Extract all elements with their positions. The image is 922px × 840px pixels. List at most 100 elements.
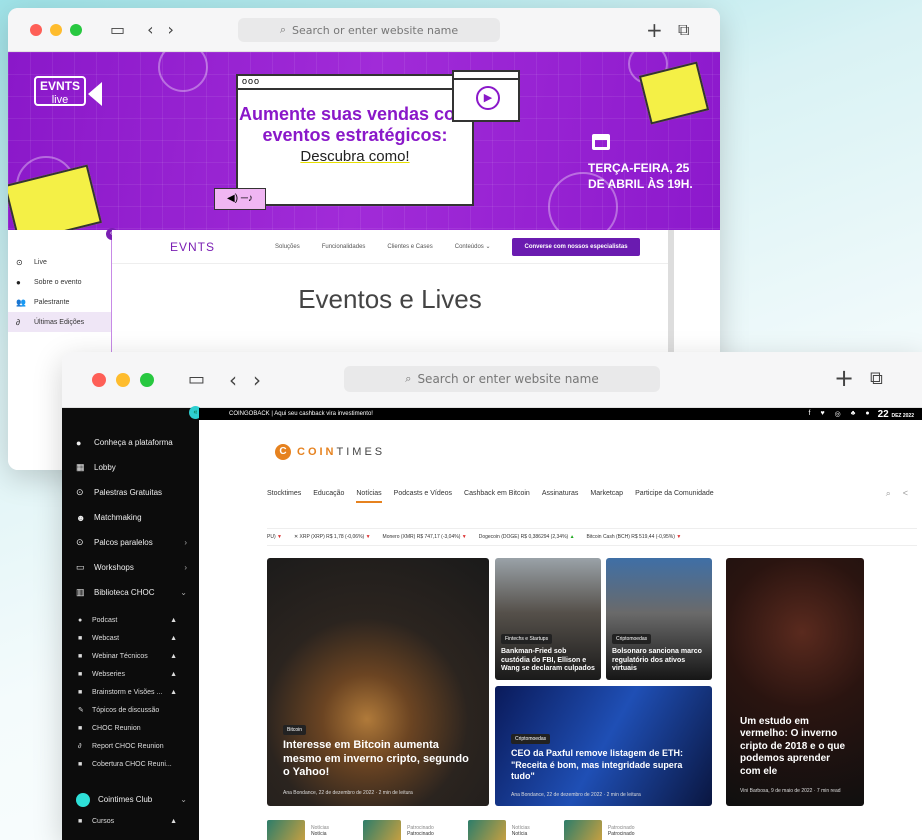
nav-link-conteudos[interactable]: Conteúdos ⌄ [455, 243, 491, 250]
sidebar-subitem-cursos[interactable]: ■ Cursos ▲ [62, 812, 199, 830]
nav-podcasts[interactable]: Podcasts e Vídeos [394, 490, 452, 503]
browser-toolbar: ▭ ‹ › ⌕ Search or enter website name + ⧉ [8, 8, 720, 52]
cointimes-logo[interactable]: C COIN TIMES [275, 444, 385, 460]
card-category[interactable]: Criptomoedas [612, 633, 652, 644]
nav-educacao[interactable]: Educação [313, 490, 344, 503]
nav-actions: ⌕ < [886, 488, 908, 499]
nav-assinaturas[interactable]: Assinaturas [542, 490, 579, 503]
sidebar-item-matchmaking[interactable]: ☻ Matchmaking [62, 505, 199, 530]
share-icon[interactable]: < [903, 488, 908, 499]
sidebar-item-label: Live [34, 258, 47, 266]
new-tab-icon[interactable]: + [646, 18, 663, 42]
scrollbar[interactable] [668, 230, 674, 370]
nav-link-solucoes[interactable]: Soluções [275, 244, 300, 250]
new-tab-icon[interactable]: + [834, 364, 854, 392]
address-bar[interactable]: ⌕ Search or enter website name [238, 18, 500, 42]
contact-experts-button[interactable]: Converse com nossos especialistas [512, 237, 640, 256]
sidebar-toggle-icon[interactable]: ▭ [110, 20, 125, 39]
hero-cta-link[interactable]: Descubra como! [238, 148, 472, 165]
twitter-icon[interactable]: ♥ [820, 410, 824, 418]
sidebar-item-palcos[interactable]: ⊙ Palcos paralelos › [62, 530, 199, 555]
sidebar-item-live[interactable]: ⊙ Live [8, 252, 111, 272]
close-window-button[interactable] [30, 23, 42, 36]
news-list-item[interactable]: Patrocinado Patrocinado [563, 820, 635, 840]
nav-cashback[interactable]: Cashback em Bitcoin [464, 490, 530, 503]
sidebar-subitem-cobertura[interactable]: ■ Cobertura CHOC Reuni... [62, 755, 199, 773]
sidebar-subitem-webseries[interactable]: ■ Webseries ▲ [62, 665, 199, 683]
info-icon: ● [16, 277, 21, 287]
facebook-icon[interactable]: f [809, 410, 811, 418]
telegram-icon[interactable]: ● [865, 410, 869, 418]
news-card[interactable]: Um estudo em vermelho: O inverno cripto … [726, 558, 864, 806]
instagram-icon[interactable]: ◎ [835, 410, 841, 418]
card-category[interactable]: Bitcoin [283, 724, 307, 735]
sidebar-item-palestras[interactable]: ⊙ Palestras Gratuitas [62, 480, 199, 505]
forward-icon[interactable]: › [253, 368, 261, 392]
sidebar-item-palestrante[interactable]: 👥 Palestrante [8, 292, 111, 312]
tab-overview-icon[interactable]: ⧉ [870, 368, 883, 389]
sidebar-item-cointimes-club[interactable]: Cointimes Club ⌄ [62, 787, 199, 812]
nav-comunidade[interactable]: Participe da Comunidade [635, 490, 714, 503]
search-icon: ⌕ [279, 23, 286, 36]
back-icon[interactable]: ‹ [147, 20, 153, 39]
sidebar-item-workshops[interactable]: ▭ Workshops › [62, 555, 199, 580]
maximize-window-button[interactable] [70, 23, 82, 36]
nav-link-funcionalidades[interactable]: Funcionalidades [322, 244, 366, 250]
nav-marketcap[interactable]: Marketcap [590, 490, 623, 503]
news-title[interactable]: Patrocinado [608, 831, 635, 837]
card-meta: Ana Bondance, 22 de dezembro de 2022 · 2… [511, 792, 641, 798]
sidebar-subitem-topicos[interactable]: ✎ Tópicos de discussão [62, 701, 199, 719]
news-card[interactable]: Criptomoedas CEO da Paxful remove listag… [495, 686, 712, 806]
card-title[interactable]: Bankman-Fried sob custódia do FBI, Ellis… [501, 648, 595, 674]
nav-link-clientes[interactable]: Clientes e Cases [387, 244, 432, 250]
sidebar-subitem-brainstorm[interactable]: ■ Brainstorm e Visões ... ▲ [62, 683, 199, 701]
news-list-item[interactable]: Notícias Notícia [267, 820, 329, 840]
news-title[interactable]: Patrocinado [407, 831, 434, 837]
card-category[interactable]: Fintechs e Startups [501, 633, 553, 644]
card-title[interactable]: Interesse em Bitcoin aumenta mesmo em in… [283, 739, 473, 780]
back-icon[interactable]: ‹ [229, 368, 237, 392]
news-list-item[interactable]: Patrocinado Patrocinado [363, 820, 434, 840]
news-title[interactable]: Notícia [512, 831, 528, 837]
sidebar-toggle-icon[interactable]: ▭ [188, 369, 205, 390]
forward-icon[interactable]: › [168, 20, 174, 39]
news-card[interactable]: Fintechs e Startups Bankman-Fried sob cu… [495, 558, 601, 680]
lock-icon: ▲ [170, 688, 177, 696]
promo-topbar: COINGOBACK | Aqui seu cashback vira inve… [199, 408, 922, 420]
news-list-item[interactable]: Notícias Notícia [467, 820, 530, 840]
news-card-featured[interactable]: Bitcoin Interesse em Bitcoin aumenta mes… [267, 558, 489, 806]
close-window-button[interactable] [92, 372, 106, 387]
address-bar[interactable]: ⌕ Search or enter website name [344, 366, 660, 392]
card-category[interactable]: Criptomoedas [511, 734, 551, 745]
card-meta: Ana Bondance, 22 de dezembro de 2022 · 2… [283, 790, 413, 796]
card-title[interactable]: Bolsonaro sanciona marco regulatório dos… [612, 648, 706, 674]
sidebar-subitem-webinar[interactable]: ■ Webinar Técnicos ▲ [62, 647, 199, 665]
sidebar-subitem-podcast[interactable]: ● Podcast ▲ [62, 611, 199, 629]
news-title[interactable]: Notícia [311, 831, 327, 837]
minimize-window-button[interactable] [50, 23, 62, 36]
sidebar-item-biblioteca[interactable]: ▥ Biblioteca CHOC ⌄ [62, 580, 199, 605]
chevron-right-icon: › [184, 563, 187, 572]
news-card[interactable]: Criptomoedas Bolsonaro sanciona marco re… [606, 558, 712, 680]
tab-overview-icon[interactable]: ⧉ [678, 20, 689, 40]
minimize-window-button[interactable] [116, 372, 130, 387]
search-icon[interactable]: ⌕ [886, 488, 891, 499]
window-controls [92, 372, 154, 387]
card-title[interactable]: Um estudo em vermelho: O inverno cripto … [740, 716, 850, 779]
evnts-logo[interactable]: EVNTS [170, 240, 215, 254]
card-title[interactable]: CEO da Paxful remove listagem de ETH: "R… [511, 748, 696, 782]
sidebar-subitem-webcast[interactable]: ■ Webcast ▲ [62, 629, 199, 647]
news-thumbnail [563, 820, 602, 840]
maximize-window-button[interactable] [140, 372, 154, 387]
sidebar-subitem-report[interactable]: ∂ Report CHOC Reunion [62, 737, 199, 755]
sidebar-item-conheca[interactable]: ● Conheça a plataforma [62, 430, 199, 455]
play-circle-icon: ⊙ [76, 487, 84, 497]
sidebar-item-sobre[interactable]: ● Sobre o evento [8, 272, 111, 292]
promo-text[interactable]: COINGOBACK | Aqui seu cashback vira inve… [229, 411, 373, 417]
nav-stocktimes[interactable]: Stocktimes [267, 490, 301, 503]
nav-noticias[interactable]: Notícias [356, 490, 382, 503]
youtube-icon[interactable]: ♣ [851, 410, 856, 418]
sidebar-subitem-reunion[interactable]: ■ CHOC Reunion [62, 719, 199, 737]
sidebar-item-edicoes[interactable]: ∂ Últimas Edições [8, 312, 111, 332]
sidebar-item-lobby[interactable]: ▦ Lobby [62, 455, 199, 480]
